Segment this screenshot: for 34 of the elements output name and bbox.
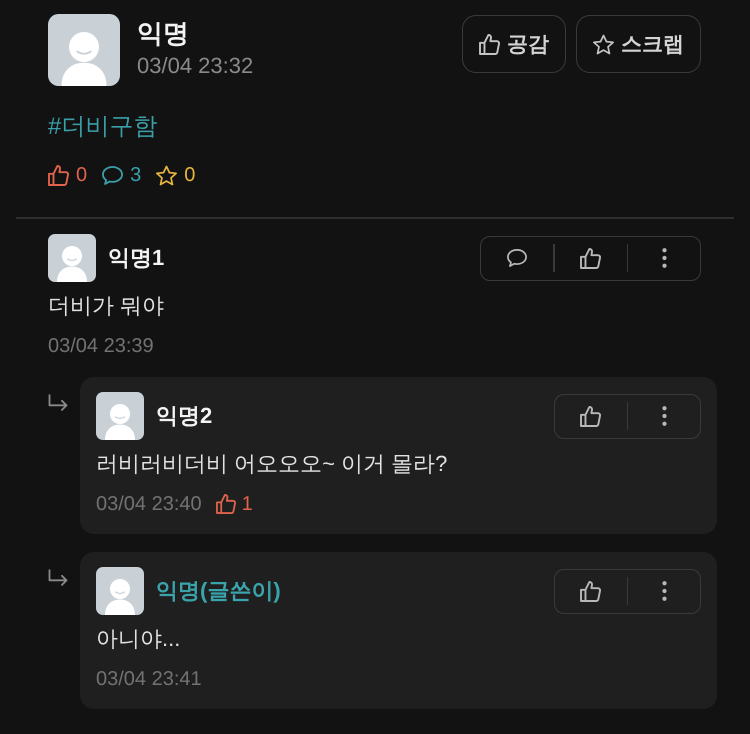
scrap-count: 0 xyxy=(184,163,196,188)
reply-arrow-icon xyxy=(48,394,68,411)
comment-timestamp: 03/04 23:40 xyxy=(96,492,202,516)
hashtag[interactable]: #더비구함 xyxy=(48,113,158,140)
avatar-icon xyxy=(48,14,120,86)
commenter-name: 익명1 xyxy=(108,244,164,272)
avatar-icon xyxy=(96,567,144,615)
comment-text: 더비가 뭐야 xyxy=(48,293,164,318)
scrap-button[interactable]: 스크랩 xyxy=(576,15,701,73)
avatar-icon xyxy=(48,234,96,282)
like-count: 0 xyxy=(76,163,88,188)
speech-bubble-icon xyxy=(507,249,527,267)
comment-timestamp: 03/04 23:39 xyxy=(48,334,154,358)
comment-text: 러비러비더비 어오오오~ 이거 몰라? xyxy=(96,451,448,476)
like-button[interactable]: 공감 xyxy=(462,15,566,73)
post-author-name: 익명 xyxy=(137,17,189,50)
reply-arrow-icon xyxy=(48,569,68,586)
post-timestamp: 03/04 23:32 xyxy=(137,52,254,80)
commenter-name: 익명(글쓴이) xyxy=(156,577,281,605)
more-icon xyxy=(662,581,666,601)
thumbs-up-icon xyxy=(580,580,601,602)
thumbs-up-icon xyxy=(580,406,601,426)
comment-text: 아니야... xyxy=(96,626,180,651)
thumbs-up-icon xyxy=(216,494,236,514)
like-count: 1 xyxy=(242,492,253,516)
commenter-name: 익명2 xyxy=(156,402,212,430)
more-icon xyxy=(662,248,666,268)
thumbs-up-icon xyxy=(580,248,601,268)
thumbs-up-icon xyxy=(479,34,500,54)
comment-count: 3 xyxy=(130,163,142,188)
star-icon xyxy=(593,34,614,54)
more-icon xyxy=(662,406,666,426)
avatar-icon xyxy=(96,392,144,440)
comment-timestamp: 03/04 23:41 xyxy=(96,668,202,690)
